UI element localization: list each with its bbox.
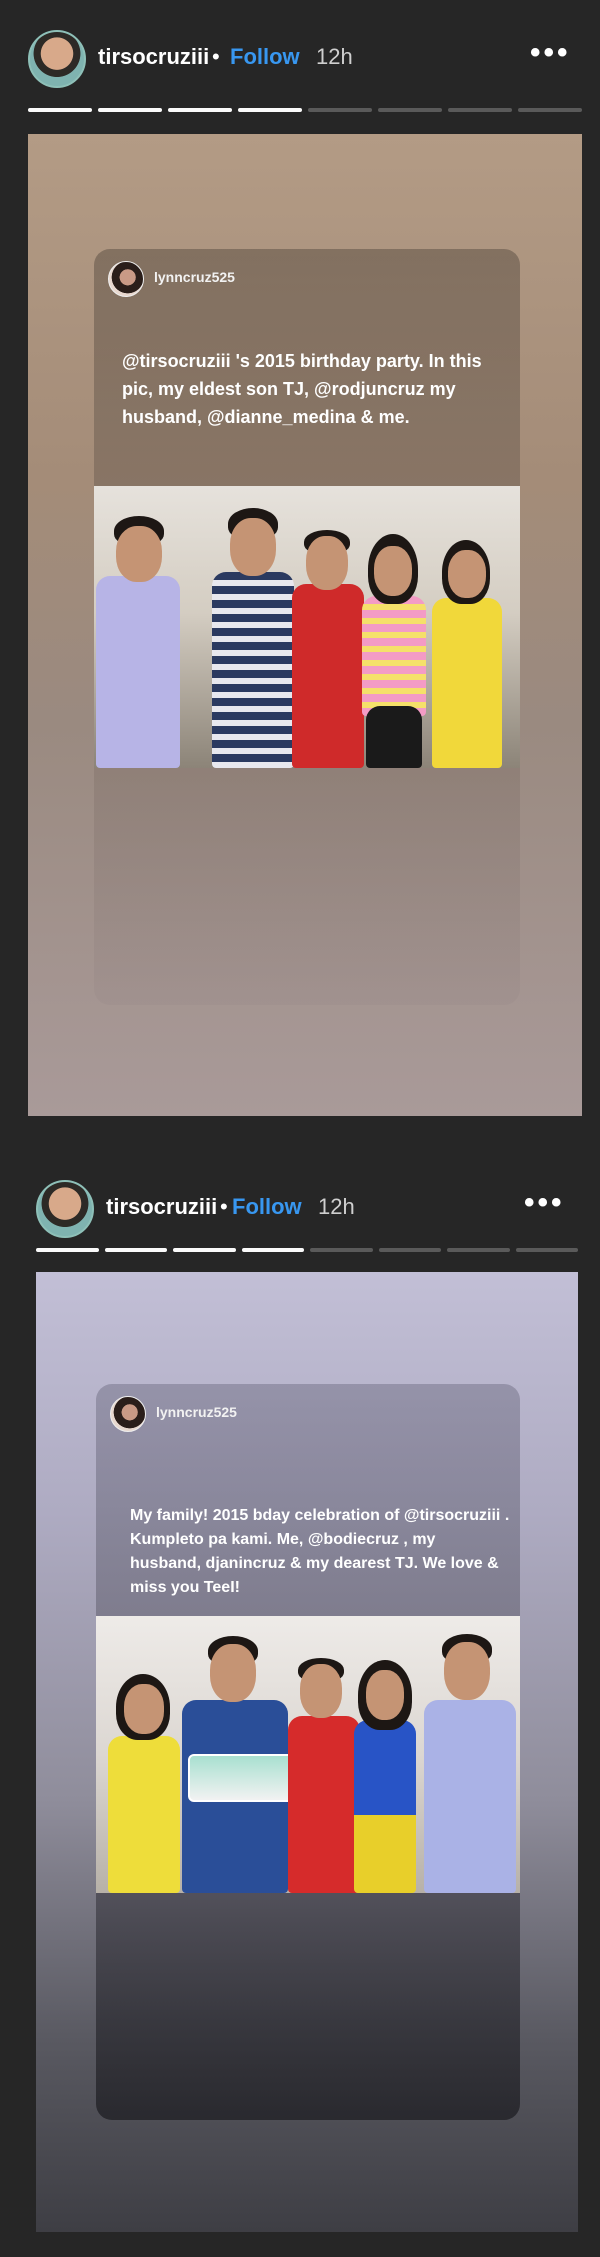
progress-segment	[447, 1248, 510, 1252]
progress-segment	[310, 1248, 373, 1252]
progress-segment	[308, 108, 372, 112]
separator-dot: •	[220, 1194, 228, 1219]
progress-segment	[378, 108, 442, 112]
progress-segment	[168, 108, 232, 112]
story-progress-bar	[36, 1248, 578, 1252]
shared-post-username[interactable]: lynncruz525	[154, 269, 235, 285]
follow-button[interactable]: Follow	[230, 44, 300, 70]
progress-segment	[28, 108, 92, 112]
story-content[interactable]: lynncruz525 My family! 2015 bday celebra…	[36, 1272, 578, 2232]
shared-post-username[interactable]: lynncruz525	[156, 1404, 237, 1420]
progress-segment	[241, 1248, 304, 1252]
progress-segment	[104, 1248, 167, 1252]
username-link[interactable]: tirsocruziii	[98, 44, 209, 70]
story-content[interactable]: lynncruz525 @tirsocruziii 's 2015 birthd…	[28, 134, 582, 1116]
separator-dot: •	[212, 44, 220, 69]
progress-segment	[238, 108, 302, 112]
progress-segment	[378, 1248, 441, 1252]
more-options-icon[interactable]: •••	[524, 1186, 565, 1220]
post-time: 12h	[318, 1194, 355, 1219]
shared-post-card[interactable]: lynncruz525 My family! 2015 bday celebra…	[96, 1384, 520, 2120]
username-link[interactable]: tirsocruziii	[106, 1194, 217, 1220]
shared-post-caption: My family! 2015 bday celebration of @tir…	[130, 1507, 510, 1596]
post-time: 12h	[316, 44, 353, 69]
progress-segment	[173, 1248, 236, 1252]
story-header: tirsocruziii • Follow 12h •••	[0, 1170, 600, 1240]
profile-avatar[interactable]	[36, 1180, 94, 1238]
shared-post-avatar[interactable]	[108, 261, 144, 297]
profile-avatar[interactable]	[28, 30, 86, 88]
shared-post-caption: @tirsocruziii 's 2015 birthday party. In…	[122, 351, 482, 427]
follow-button[interactable]: Follow	[232, 1194, 302, 1220]
more-options-icon[interactable]: •••	[530, 36, 571, 70]
shared-post-card[interactable]: lynncruz525 @tirsocruziii 's 2015 birthd…	[94, 249, 520, 1005]
progress-segment	[36, 1248, 99, 1252]
progress-segment	[515, 1248, 578, 1252]
shared-post-photo	[96, 1616, 520, 1893]
progress-segment	[448, 108, 512, 112]
shared-post-photo	[94, 486, 520, 768]
story-1: tirsocruziii • Follow 12h ••• lynncruz52…	[0, 0, 600, 1130]
progress-segment	[518, 108, 582, 112]
birthday-cake	[188, 1754, 296, 1802]
story-progress-bar	[28, 108, 582, 112]
story-header: tirsocruziii • Follow 12h •••	[0, 20, 600, 90]
shared-post-avatar[interactable]	[110, 1396, 146, 1432]
story-2: tirsocruziii • Follow 12h ••• lynncruz52…	[0, 1150, 600, 2257]
progress-segment	[98, 108, 162, 112]
